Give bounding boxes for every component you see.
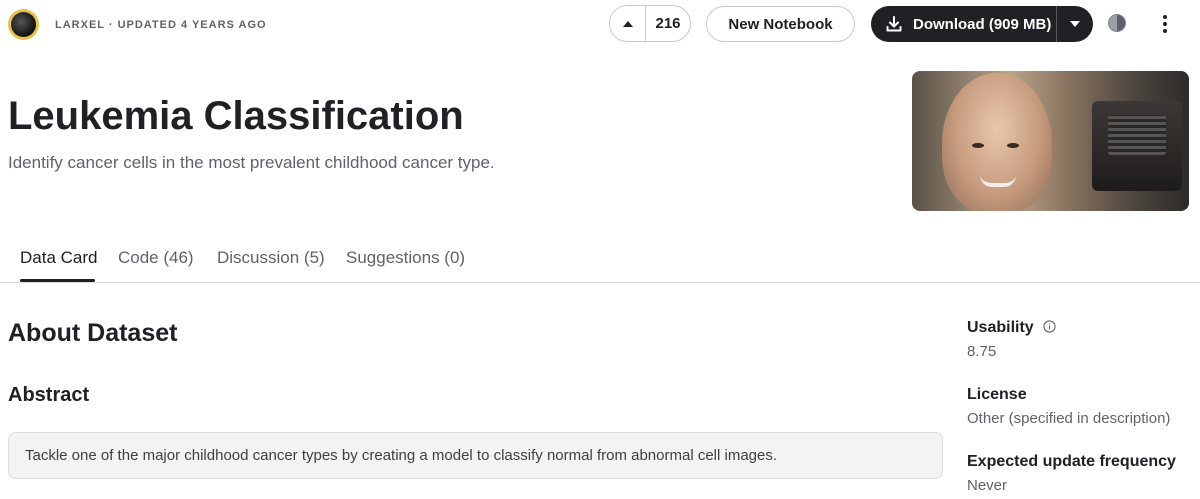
tab-discussion[interactable]: Discussion (5) [217, 248, 325, 268]
dataset-cover-image [912, 71, 1189, 211]
avatar-image [11, 12, 36, 37]
dataset-subtitle: Identify cancer cells in the most preval… [8, 153, 495, 172]
tab-data-card[interactable]: Data Card [20, 248, 97, 268]
cover-child-head [942, 73, 1052, 211]
vote-count[interactable]: 216 [646, 6, 690, 41]
owner-avatar[interactable] [8, 9, 39, 40]
usability-value: 8.75 [967, 343, 997, 360]
chevron-down-icon [1070, 21, 1080, 27]
owner-updated-line[interactable]: LARXEL · UPDATED 4 YEARS AGO [55, 19, 267, 31]
upvote-button[interactable] [610, 6, 646, 41]
tab-suggestions[interactable]: Suggestions (0) [346, 248, 465, 268]
upvote-group: 216 [609, 5, 691, 42]
dataset-tabs: Data Card Code (46) Discussion (5) Sugge… [0, 232, 1200, 283]
dot [1163, 29, 1167, 33]
info-icon[interactable] [1043, 320, 1056, 333]
active-tab-indicator [20, 279, 95, 282]
update-frequency-value: Never [967, 477, 1008, 494]
theme-toggle-icon[interactable] [1107, 13, 1127, 33]
header-bar: LARXEL · UPDATED 4 YEARS AGO 216 New Not… [0, 0, 1200, 48]
abstract-text: Tackle one of the major childhood cancer… [25, 447, 778, 464]
about-dataset-heading: About Dataset [8, 319, 178, 347]
download-options-button[interactable] [1057, 6, 1093, 42]
download-button-group: Download (909 MB) [871, 6, 1093, 42]
cover-eye [972, 143, 984, 148]
abstract-box: Tackle one of the major childhood cancer… [8, 432, 943, 479]
cover-eye [1007, 143, 1019, 148]
upvote-arrow-icon [622, 20, 633, 27]
tab-code[interactable]: Code (46) [118, 248, 194, 268]
license-label: License [967, 386, 1027, 403]
new-notebook-button[interactable]: New Notebook [706, 6, 855, 42]
license-value: Other (specified in description) [967, 410, 1171, 427]
usability-label: Usability [967, 319, 1034, 336]
dataset-title: Leukemia Classification [8, 94, 464, 138]
update-frequency-label: Expected update frequency [967, 453, 1176, 470]
abstract-heading: Abstract [8, 384, 90, 406]
more-vert-icon[interactable] [1155, 12, 1175, 36]
dot [1163, 15, 1167, 19]
dot [1163, 22, 1167, 26]
cover-device-grill [1108, 115, 1166, 155]
download-label: Download (909 MB) [913, 15, 1052, 33]
download-icon [886, 16, 902, 32]
download-button[interactable]: Download (909 MB) [871, 6, 1057, 42]
